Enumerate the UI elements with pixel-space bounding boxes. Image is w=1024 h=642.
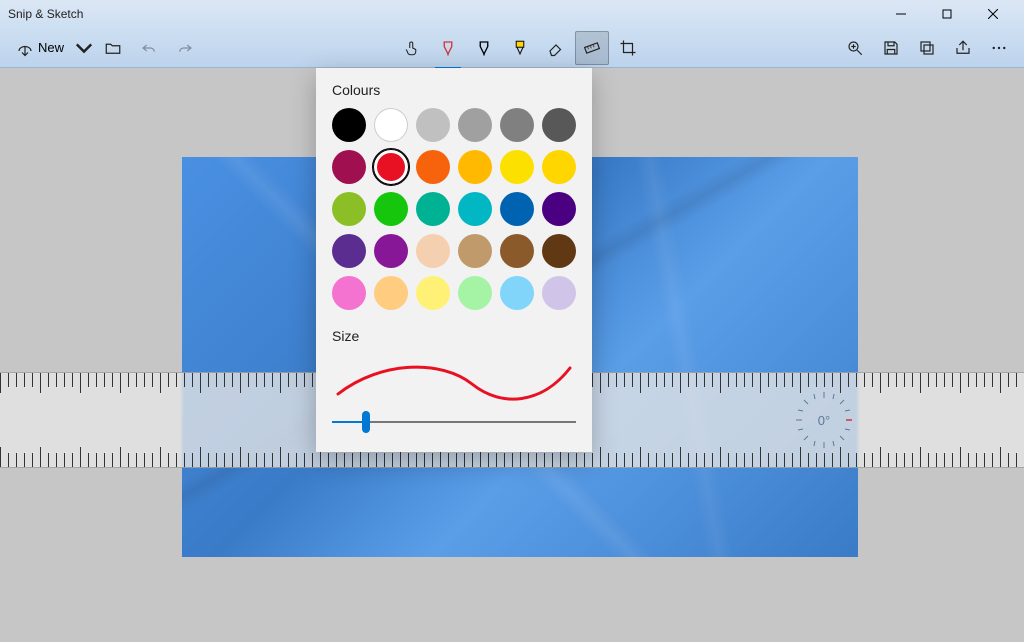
copy-button[interactable] — [910, 31, 944, 65]
maximize-button[interactable] — [924, 0, 970, 28]
redo-icon — [176, 39, 194, 57]
highlighter-icon — [511, 39, 529, 57]
colour-swatch[interactable] — [458, 108, 492, 142]
colour-swatch[interactable] — [458, 150, 492, 184]
colour-swatch[interactable] — [416, 192, 450, 226]
toolbar-left: New — [8, 31, 202, 65]
colour-swatch[interactable] — [500, 276, 534, 310]
canvas-area: 0° Colours Size — [0, 68, 1024, 642]
pen-options-popup: Colours Size — [316, 68, 592, 452]
colour-swatch[interactable] — [542, 108, 576, 142]
colour-swatch[interactable] — [542, 234, 576, 268]
colour-swatch[interactable] — [458, 234, 492, 268]
ruler-icon — [583, 39, 601, 57]
save-button[interactable] — [874, 31, 908, 65]
zoom-button[interactable] — [838, 31, 872, 65]
slider-filled — [332, 421, 366, 423]
pencil-button[interactable] — [467, 31, 501, 65]
redo-button[interactable] — [168, 31, 202, 65]
minimize-button[interactable] — [878, 0, 924, 28]
colour-swatch[interactable] — [416, 234, 450, 268]
ruler-angle-value: 0° — [818, 413, 830, 428]
colour-swatch[interactable] — [332, 192, 366, 226]
stroke-preview — [332, 354, 576, 406]
app-title: Snip & Sketch — [8, 7, 878, 21]
share-button[interactable] — [946, 31, 980, 65]
colour-swatch[interactable] — [374, 150, 408, 184]
colour-swatch[interactable] — [542, 150, 576, 184]
open-file-button[interactable] — [96, 31, 130, 65]
colour-swatch[interactable] — [374, 276, 408, 310]
eraser-icon — [547, 39, 565, 57]
colour-swatch[interactable] — [458, 276, 492, 310]
slider-thumb[interactable] — [362, 411, 370, 433]
colour-swatch[interactable] — [374, 234, 408, 268]
new-label: New — [38, 40, 64, 55]
copy-icon — [918, 39, 936, 57]
colour-swatch[interactable] — [416, 150, 450, 184]
share-icon — [954, 39, 972, 57]
crop-icon — [619, 39, 637, 57]
crop-button[interactable] — [611, 31, 645, 65]
stroke-curve-icon — [332, 354, 576, 406]
colour-swatch[interactable] — [542, 276, 576, 310]
titlebar: Snip & Sketch — [0, 0, 1024, 28]
size-slider[interactable] — [332, 410, 576, 434]
undo-icon — [140, 39, 158, 57]
ballpoint-pen-button[interactable] — [431, 31, 465, 65]
new-snip-button[interactable]: New — [8, 31, 72, 65]
close-button[interactable] — [970, 0, 1016, 28]
colours-heading: Colours — [332, 82, 576, 98]
colour-swatch[interactable] — [332, 276, 366, 310]
colour-swatch[interactable] — [416, 276, 450, 310]
ruler-ticks-bottom — [0, 453, 1024, 467]
colour-swatch-grid — [332, 108, 576, 310]
zoom-icon — [846, 39, 864, 57]
colour-swatch[interactable] — [374, 192, 408, 226]
colour-swatch[interactable] — [500, 108, 534, 142]
new-snip-dropdown[interactable] — [74, 31, 94, 65]
colour-swatch[interactable] — [458, 192, 492, 226]
colour-swatch[interactable] — [332, 234, 366, 268]
window-controls — [878, 0, 1016, 28]
toolbar-center — [202, 31, 838, 65]
colour-swatch[interactable] — [416, 108, 450, 142]
colour-swatch[interactable] — [500, 150, 534, 184]
colour-swatch[interactable] — [332, 108, 366, 142]
more-icon — [990, 39, 1008, 57]
toolbar-right — [838, 31, 1016, 65]
save-icon — [882, 39, 900, 57]
new-snip-icon — [16, 39, 34, 57]
colour-swatch[interactable] — [332, 150, 366, 184]
ruler-button[interactable] — [575, 31, 609, 65]
touch-icon — [403, 39, 421, 57]
pen-red-icon — [439, 39, 457, 57]
chevron-down-icon — [75, 39, 93, 57]
colour-swatch[interactable] — [500, 234, 534, 268]
highlighter-button[interactable] — [503, 31, 537, 65]
toolbar: New — [0, 28, 1024, 68]
colour-swatch[interactable] — [374, 108, 408, 142]
colour-swatch[interactable] — [542, 192, 576, 226]
size-heading: Size — [332, 328, 576, 344]
colour-swatch[interactable] — [500, 192, 534, 226]
pen-black-icon — [475, 39, 493, 57]
folder-icon — [104, 39, 122, 57]
ruler-angle-dial[interactable]: 0° — [794, 390, 854, 450]
touch-writing-button[interactable] — [395, 31, 429, 65]
more-button[interactable] — [982, 31, 1016, 65]
undo-button[interactable] — [132, 31, 166, 65]
eraser-button[interactable] — [539, 31, 573, 65]
